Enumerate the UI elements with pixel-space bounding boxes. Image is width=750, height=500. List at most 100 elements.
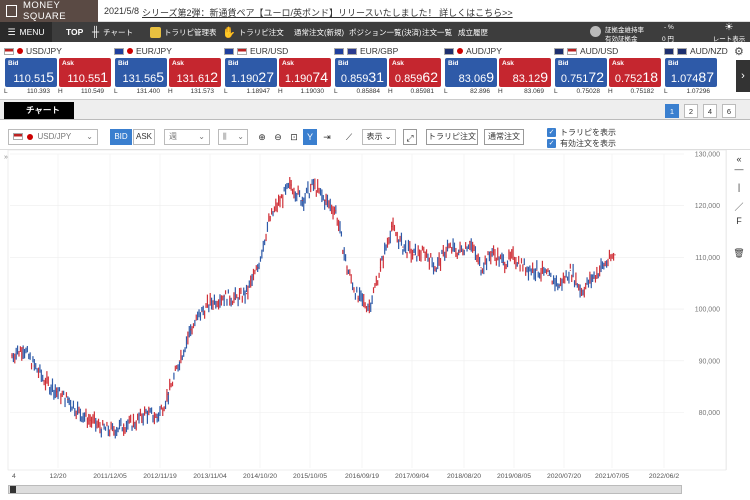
price-point: [156, 417, 158, 419]
scrollbar-thumb[interactable]: [10, 486, 16, 493]
indicator-icon[interactable]: ⟋: [342, 129, 356, 145]
timeframe-select[interactable]: 週 ⌄: [164, 129, 210, 145]
ask-price-button[interactable]: Ask 131.612: [169, 58, 221, 87]
scroll-end-icon[interactable]: ⇥: [320, 129, 334, 145]
rate-card-eur-jpy[interactable]: EUR/JPY Bid 131.565 Ask 131.612 L 131.400 H 131.…: [110, 42, 221, 100]
crosshair-icon[interactable]: ⊡: [287, 129, 301, 145]
price-point: [56, 391, 58, 393]
collapse-tools-icon[interactable]: «: [727, 154, 750, 164]
trend-line-tool-icon[interactable]: ／: [727, 200, 750, 213]
ask-price-button[interactable]: Ask 110.551: [59, 58, 111, 87]
low-value: 1.18947: [246, 88, 271, 95]
show-trap-label: トラリピを表示: [560, 128, 616, 137]
bid-price-button[interactable]: Bid 1.19027: [225, 58, 277, 87]
layout-tab-2[interactable]: 2: [684, 104, 698, 118]
rate-card-usd-jpy[interactable]: USD/JPY Bid 110.515 Ask 110.551 L 110.393 H 110.…: [0, 42, 111, 100]
gear-icon[interactable]: ⚙: [734, 45, 744, 58]
expand-icon[interactable]: ⤢: [403, 129, 417, 145]
bid-price-button[interactable]: Bid 110.515: [5, 58, 57, 87]
rate-card-aud-jpy[interactable]: AUD/JPY Bid 83.069 Ask 83.129 L 82.896 H 83.069: [440, 42, 551, 100]
collapse-left-icon[interactable]: »: [4, 154, 8, 161]
sun-icon: ☀: [724, 22, 734, 33]
price-point: [78, 411, 80, 414]
nav-top[interactable]: TOP: [66, 22, 83, 42]
ask-button[interactable]: ASK: [133, 129, 155, 145]
price-point: [491, 251, 493, 253]
bid-price-button[interactable]: Bid 83.069: [445, 58, 497, 87]
chart-type-select[interactable]: ⫼ ⌄: [218, 129, 248, 145]
x-tick-label: 2015/10/05: [293, 473, 327, 480]
quote-flag-icon: [347, 47, 357, 55]
rates-next-button[interactable]: ›: [736, 60, 750, 92]
ask-label: Ask: [392, 60, 404, 67]
x-tick-label: 2013/11/04: [193, 473, 227, 480]
ask-price-button[interactable]: Ask 0.85962: [389, 58, 441, 87]
timeframe-value: 週: [169, 132, 177, 141]
bid-label: Bid: [338, 60, 349, 67]
nav-normal-order[interactable]: 通常注文(新規): [294, 22, 344, 42]
news-link[interactable]: シリーズ第2弾：新通貨ペア【ユーロ/英ポンド】リリースいたしました！ 詳しくはこ…: [142, 6, 513, 19]
base-flag-icon: [444, 47, 454, 55]
nav-history[interactable]: 成立履歴: [458, 22, 488, 42]
low-value: 0.85884: [356, 88, 381, 95]
nav-trap-order[interactable]: ✋ トラリピ注文: [222, 22, 284, 42]
price-point: [279, 199, 281, 202]
price-point: [614, 254, 616, 256]
high-low-row: L 110.393 H 110.549: [4, 88, 110, 98]
bid-price: 0.75172: [560, 69, 604, 85]
zoom-in-icon[interactable]: ⊕: [255, 129, 269, 145]
display-select[interactable]: 表示 ⌄: [362, 129, 396, 145]
menu-button[interactable]: ☰ MENU: [0, 22, 52, 42]
margin-rate-value: - %: [664, 24, 674, 31]
rate-display-toggle[interactable]: ☀ レート表示: [708, 22, 750, 43]
nav-positions[interactable]: ポジション一覧(決済): [349, 22, 422, 42]
menu-label: MENU: [19, 27, 45, 37]
normal-order-button[interactable]: 通常注文: [484, 129, 524, 145]
logo-text: MONEY SQUARE: [22, 0, 67, 22]
nav-trap-manage-label: トラリピ管理表: [164, 27, 217, 37]
layout-tab-6[interactable]: 6: [722, 104, 736, 118]
layout-tab-1[interactable]: 1: [665, 104, 679, 118]
pair-name: AUD/USD: [554, 46, 618, 56]
bid-price: 0.85931: [340, 69, 384, 85]
high-label: H: [388, 88, 393, 95]
price-point: [312, 184, 315, 186]
jp-flag-icon: [27, 133, 34, 140]
fibonacci-tool-icon[interactable]: F: [727, 216, 750, 226]
nav-trap-manage[interactable]: トラリピ管理表: [150, 22, 217, 42]
pair-select[interactable]: USD/JPY ⌄: [8, 129, 98, 145]
show-trap-checkbox[interactable]: ✓ トラリピを表示: [547, 127, 616, 138]
high-value: 83.069: [524, 88, 544, 95]
price-point: [379, 267, 382, 269]
bid-price-button[interactable]: Bid 1.07487: [665, 58, 717, 87]
trap-order-button[interactable]: トラリピ注文: [426, 129, 478, 145]
zoom-out-icon[interactable]: ⊖: [271, 129, 285, 145]
vertical-line-tool-icon[interactable]: |: [727, 182, 750, 192]
price-point: [22, 347, 24, 349]
ask-price-button[interactable]: Ask 83.129: [499, 58, 551, 87]
logo[interactable]: MONEY SQUARE: [0, 0, 98, 22]
layout-tab-4[interactable]: 4: [703, 104, 717, 118]
ask-label: Ask: [282, 60, 294, 67]
bid-price-button[interactable]: Bid 0.75172: [555, 58, 607, 87]
show-orders-checkbox[interactable]: ✓ 有効注文を表示: [547, 138, 616, 149]
ask-price: 1.19074: [284, 69, 328, 85]
autoscale-icon[interactable]: Y: [303, 129, 317, 145]
chart-scrollbar[interactable]: [8, 485, 682, 494]
nav-order-list[interactable]: 注文一覧: [422, 22, 452, 42]
trash-icon[interactable]: 🗑: [727, 248, 750, 259]
bid-price-button[interactable]: Bid 0.85931: [335, 58, 387, 87]
nav-chart[interactable]: ╫ チャート: [92, 22, 133, 42]
high-label: H: [608, 88, 613, 95]
rate-card-eur-gbp[interactable]: EUR/GBP Bid 0.85931 Ask 0.85962 L 0.85884 H 0.85…: [330, 42, 441, 100]
rate-card-aud-usd[interactable]: AUD/USD Bid 0.75172 Ask 0.75218 L 0.75028 H 0.75…: [550, 42, 661, 100]
rate-card-eur-usd[interactable]: EUR/USD Bid 1.19027 Ask 1.19074 L 1.18947 H 1.19…: [220, 42, 331, 100]
horizontal-line-tool-icon[interactable]: —: [727, 164, 750, 174]
ask-price-button[interactable]: Ask 0.75218: [609, 58, 661, 87]
ask-price: 0.75218: [614, 69, 658, 85]
bid-button[interactable]: BID: [110, 129, 132, 145]
ask-price-button[interactable]: Ask 1.19074: [279, 58, 331, 87]
price-chart[interactable]: 4 12/20 2011/12/05 2012/11/19 2013/11/04 2014…: [0, 150, 750, 500]
bid-price-button[interactable]: Bid 131.565: [115, 58, 167, 87]
ask-price: 83.129: [512, 69, 548, 85]
